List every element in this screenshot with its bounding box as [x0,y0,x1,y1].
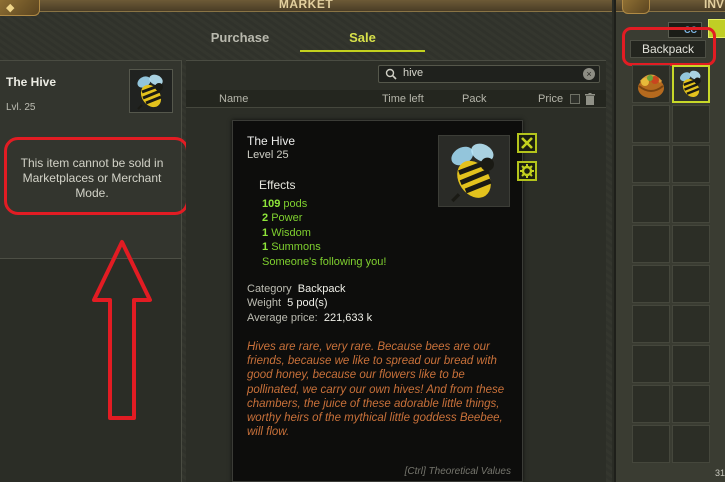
inventory-grid [632,65,725,469]
search-icon [385,68,397,80]
inventory-slot[interactable] [672,265,710,303]
tooltip-item-icon-slot [438,135,510,207]
results-column-header: Name Time left Pack Price [186,90,606,108]
inventory-slot[interactable] [672,305,710,343]
item-description: Hives are rare, very rare. Because bees … [247,341,505,439]
effect-line: 109 pods [262,198,308,210]
trash-icon[interactable] [585,93,595,105]
gear-icon [520,164,534,178]
inventory-slot[interactable] [632,105,670,143]
inventory-slot[interactable] [672,425,710,463]
item-icon-slot[interactable] [129,69,173,113]
column-name[interactable]: Name [219,93,248,105]
inventory-slot[interactable] [672,225,710,263]
item-meta: Category Backpack Weight 5 pod(s) Averag… [247,282,372,325]
market-emblem-icon: ◆ [0,0,40,16]
average-price-line: Average price: 221,633 k [247,311,373,324]
theoretical-values-hint: [Ctrl] Theoretical Values [404,466,511,477]
inventory-slot[interactable] [632,305,670,343]
inventory-emblem-icon [622,0,650,14]
effect-line: 1 Wisdom [262,226,311,239]
column-pack[interactable]: Pack [462,93,486,105]
column-price[interactable]: Price [538,93,563,105]
search-input[interactable]: hive × [378,65,600,83]
inventory-slot[interactable] [672,145,710,183]
inventory-slot-selected[interactable] [672,65,710,103]
item-name: The Hive [6,75,57,89]
close-tooltip-button[interactable] [517,133,537,153]
select-all-checkbox[interactable] [570,94,580,104]
column-time-left[interactable]: Time left [382,93,424,105]
tooltip-item-level: Level 25 [247,149,289,161]
inventory-slot[interactable] [632,345,670,383]
market-titlebar[interactable]: MARKET [0,0,612,12]
inventory-slot[interactable] [632,265,670,303]
effect-extra: Someone's following you! [262,255,387,268]
inventory-slot[interactable] [632,65,670,103]
bee-icon [680,70,701,98]
inventory-title: INV [704,0,725,11]
inventory-slot[interactable] [632,225,670,263]
item-level: Lvl. 25 [6,102,36,113]
bee-icon [137,74,163,110]
inventory-window: INV CC Backpack 31 [614,0,725,482]
effect-line: 1 Summons [262,241,321,254]
item-tooltip: The Hive Level 25 Effects 109 pods 2 Pow… [232,120,523,482]
annotation-highlight-message [4,137,189,215]
effect-line: 2 Power [262,212,303,225]
tab-purchase[interactable]: Purchase [185,26,295,52]
inventory-slot[interactable] [672,185,710,223]
clear-search-icon[interactable]: × [583,68,595,80]
tooltip-item-name: The Hive [247,134,296,148]
market-window: MARKET ◆ Purchase Sale The Hive Lvl. 25 [0,0,612,482]
inventory-slot[interactable] [632,385,670,423]
inventory-slot[interactable] [672,385,710,423]
market-title: MARKET [278,0,334,11]
inventory-slot[interactable] [672,345,710,383]
bee-icon [451,143,494,203]
search-value: hive [403,67,424,79]
inventory-slot[interactable] [632,145,670,183]
annotation-highlight-backpack [622,27,716,66]
tooltip-settings-button[interactable] [517,161,537,181]
weight-line: Weight 5 pod(s) [247,297,328,310]
tab-sale[interactable]: Sale [300,26,425,52]
market-tabs: Purchase Sale [185,26,435,54]
inventory-slot[interactable] [632,425,670,463]
effects-list: 109 pods 2 Power 1 Wisdom 1 Summons Some… [262,197,386,269]
close-icon [521,137,533,149]
effects-title: Effects [259,178,296,192]
inventory-slot[interactable] [632,185,670,223]
category-line: Category Backpack [247,283,346,295]
honey-basket-icon [638,74,664,98]
inventory-slot[interactable] [672,105,710,143]
game-screen: MARKET ◆ Purchase Sale The Hive Lvl. 25 [0,0,725,482]
annotation-arrow-up-icon [92,240,152,420]
inventory-slot-count: 31 [715,468,725,478]
